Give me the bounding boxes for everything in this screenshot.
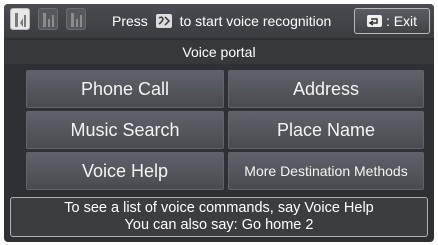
start-voice-text: to start voice recognition (179, 13, 332, 29)
back-arrow-icon (366, 15, 382, 27)
page-title: Voice portal (4, 40, 434, 64)
voice-portal-screen: Press to start voice recognition : Exit … (4, 4, 434, 242)
phone-call-button[interactable]: Phone Call (26, 70, 224, 108)
address-button[interactable]: Address (228, 70, 424, 108)
voice-instruction: Press to start voice recognition (112, 13, 331, 29)
exit-button[interactable]: : Exit (354, 8, 430, 34)
status-bar: Press to start voice recognition : Exit (4, 4, 434, 38)
more-destination-methods-button[interactable]: More Destination Methods (228, 152, 424, 190)
talk-button-icon (155, 14, 172, 28)
hint-line-2: You can also say: Go home 2 (124, 217, 314, 233)
press-text: Press (112, 13, 148, 29)
music-search-button[interactable]: Music Search (26, 111, 224, 149)
hint-line-1: To see a list of voice commands, say Voi… (64, 200, 374, 216)
phone-signal-icon (66, 8, 86, 30)
phone-signal-icon (10, 8, 30, 30)
exit-label: : Exit (385, 13, 418, 29)
phone-signal-icon (38, 8, 58, 30)
place-name-button[interactable]: Place Name (228, 111, 424, 149)
voice-hint-box: To see a list of voice commands, say Voi… (10, 197, 428, 237)
voice-help-button[interactable]: Voice Help (26, 152, 224, 190)
